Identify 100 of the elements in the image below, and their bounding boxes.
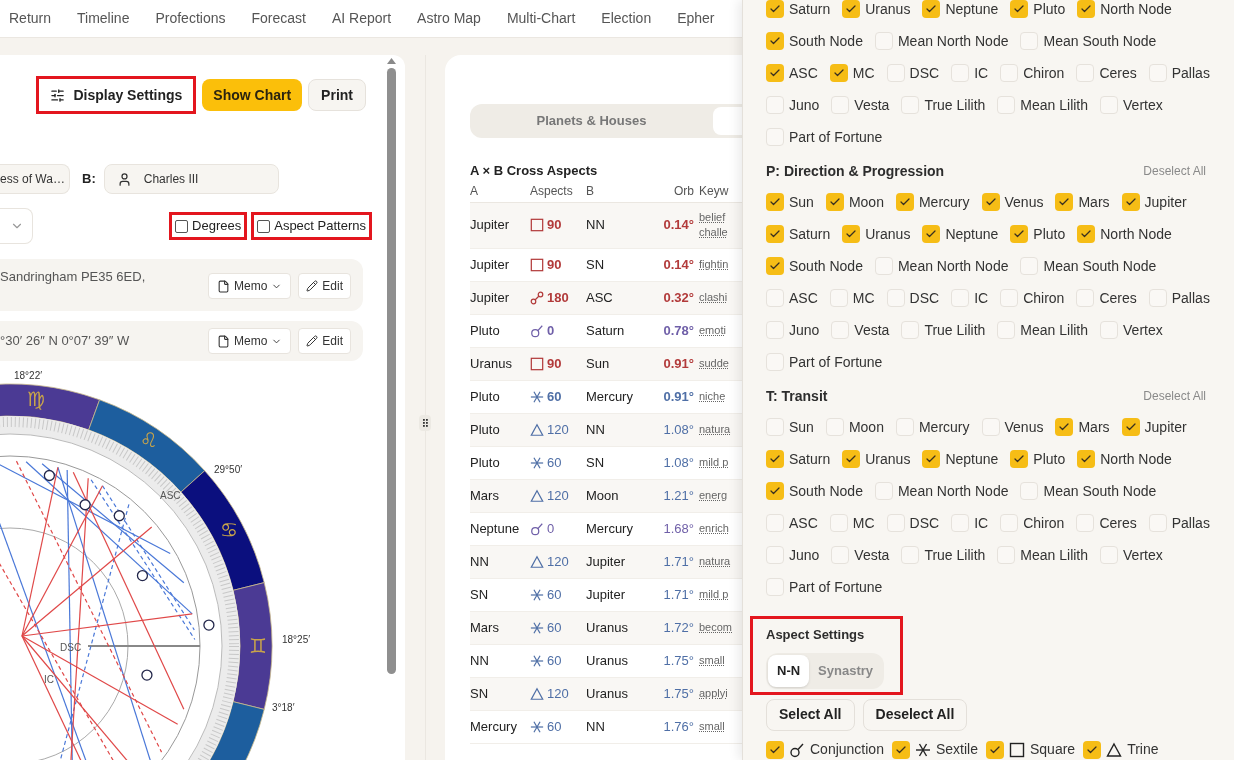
person-b-field[interactable]: Charles III	[103, 164, 279, 194]
checkbox[interactable]	[829, 64, 848, 82]
checkbox[interactable]	[1121, 193, 1140, 211]
memo-button[interactable]: Memo	[207, 328, 292, 354]
checkbox[interactable]	[766, 740, 784, 759]
aspect-cell: 60	[530, 452, 586, 473]
orb-cell-text: 1.72°	[663, 618, 694, 637]
checkbox[interactable]	[766, 64, 784, 82]
table-cell-text: Mercury	[586, 519, 634, 538]
nav-tab[interactable]: Timeline	[77, 8, 130, 29]
tab[interactable]	[713, 107, 742, 135]
nav-tab[interactable]: Multi-Chart	[506, 8, 576, 29]
checkbox-label: North Node	[1100, 224, 1172, 244]
checkbox[interactable]	[1010, 225, 1029, 243]
checkbox[interactable]	[825, 193, 844, 211]
person-a-field[interactable]: ess of Wa…	[0, 164, 70, 194]
checkbox[interactable]	[895, 193, 914, 211]
check-icon	[769, 485, 781, 497]
checkbox[interactable]	[1077, 450, 1096, 468]
sextile-icon	[530, 653, 544, 668]
checkbox[interactable]	[766, 225, 784, 243]
checkbox[interactable]	[922, 0, 941, 18]
checkbox-label: Mean Lilith	[1020, 95, 1089, 115]
opposition-icon	[530, 290, 544, 305]
select-all-button[interactable]: Select All	[766, 698, 855, 731]
dropdown[interactable]	[0, 208, 33, 244]
checkbox[interactable]	[842, 0, 861, 18]
aspect-cell: 60	[530, 650, 586, 671]
aspect-cell: 0	[530, 518, 586, 539]
checkbox[interactable]	[1010, 0, 1029, 18]
checkbox-label: Ceres	[1099, 63, 1137, 83]
checkbox[interactable]	[1121, 418, 1140, 436]
checkbox-label: South Node	[789, 31, 863, 51]
nav-tab[interactable]: Election	[601, 8, 652, 29]
deselect-all-button[interactable]: Deselect All	[862, 698, 968, 731]
checkbox[interactable]	[766, 32, 784, 50]
checkbox[interactable]	[766, 450, 784, 468]
nav-tab[interactable]: Return	[9, 8, 52, 29]
checkbox-label: Venus	[1004, 417, 1044, 437]
checkbox[interactable]	[842, 450, 861, 468]
aspect-cell: 120	[530, 551, 586, 572]
checkbox[interactable]	[1055, 193, 1074, 211]
edit-button[interactable]: Edit	[298, 273, 351, 299]
checkbox[interactable]	[922, 450, 941, 468]
checkbox-label: Mars	[1078, 192, 1110, 212]
tab[interactable]: Planets & Houses	[470, 107, 713, 135]
orb-cell-text: 0.91°	[663, 387, 694, 406]
checkbox[interactable]	[766, 482, 784, 500]
resize-handle[interactable]	[419, 415, 431, 431]
table-cell-text: Mercury	[586, 387, 634, 406]
checkbox-label: MC	[852, 513, 875, 533]
column-header: Keyw	[698, 183, 730, 200]
checkbox[interactable]	[1010, 450, 1029, 468]
nav-tab[interactable]: Epher	[677, 8, 715, 29]
memo-button[interactable]: Memo	[207, 273, 292, 299]
check-icon	[769, 35, 781, 47]
show-chart-button[interactable]: Show Chart	[202, 79, 303, 111]
checkbox[interactable]	[922, 225, 941, 243]
check-icon	[925, 3, 938, 15]
nav-tab[interactable]: AI Report	[331, 8, 392, 29]
checkbox[interactable]	[766, 257, 784, 275]
checkbox[interactable]	[1077, 225, 1096, 243]
file-icon	[216, 334, 230, 348]
table-cell-text: Pluto	[470, 321, 501, 340]
checkbox[interactable]	[257, 219, 271, 233]
checkbox-label: Vertex	[1123, 545, 1163, 565]
print-button[interactable]: Print	[308, 79, 366, 111]
checkbox[interactable]	[1083, 740, 1102, 759]
orb-cell-text: 1.75°	[663, 684, 694, 703]
sextile-icon	[914, 741, 931, 758]
mode-tab[interactable]: N-N	[768, 654, 810, 687]
sextile-icon	[530, 587, 544, 602]
orb-cell-text: 1.71°	[663, 552, 694, 571]
aspect-cell: 90	[530, 254, 586, 275]
checkbox[interactable]	[175, 219, 189, 233]
nav-tab[interactable]: Profections	[155, 8, 226, 29]
table-cell-text: SN	[470, 684, 490, 703]
checkbox[interactable]	[891, 740, 910, 759]
checkbox[interactable]	[842, 225, 861, 243]
checkbox-label: Pluto	[1033, 0, 1066, 19]
checkbox-label: ASC	[789, 63, 818, 83]
nav-tab[interactable]: Forecast	[251, 8, 306, 29]
sextile-icon	[530, 620, 544, 635]
checkbox[interactable]	[1055, 418, 1074, 436]
nav-tab[interactable]: Astro Map	[417, 8, 481, 29]
orb-cell-text: 0.32°	[663, 288, 694, 307]
check-icon	[1013, 3, 1026, 15]
checkbox[interactable]	[1077, 0, 1096, 18]
keyword-text: small	[699, 653, 726, 668]
checkbox-label: Chiron	[1023, 288, 1065, 308]
checkbox-label: Part of Fortune	[789, 577, 883, 597]
edit-button[interactable]: Edit	[298, 328, 351, 354]
checkbox[interactable]	[981, 193, 1000, 211]
checkbox[interactable]	[985, 740, 1004, 759]
orb-cell-text: 1.08°	[663, 420, 694, 439]
table-cell-text: NN	[586, 216, 606, 235]
checkbox[interactable]	[766, 193, 784, 211]
checkbox-label: True Lilith	[924, 320, 986, 340]
conjunction-icon	[789, 741, 805, 758]
checkbox[interactable]	[766, 0, 784, 18]
